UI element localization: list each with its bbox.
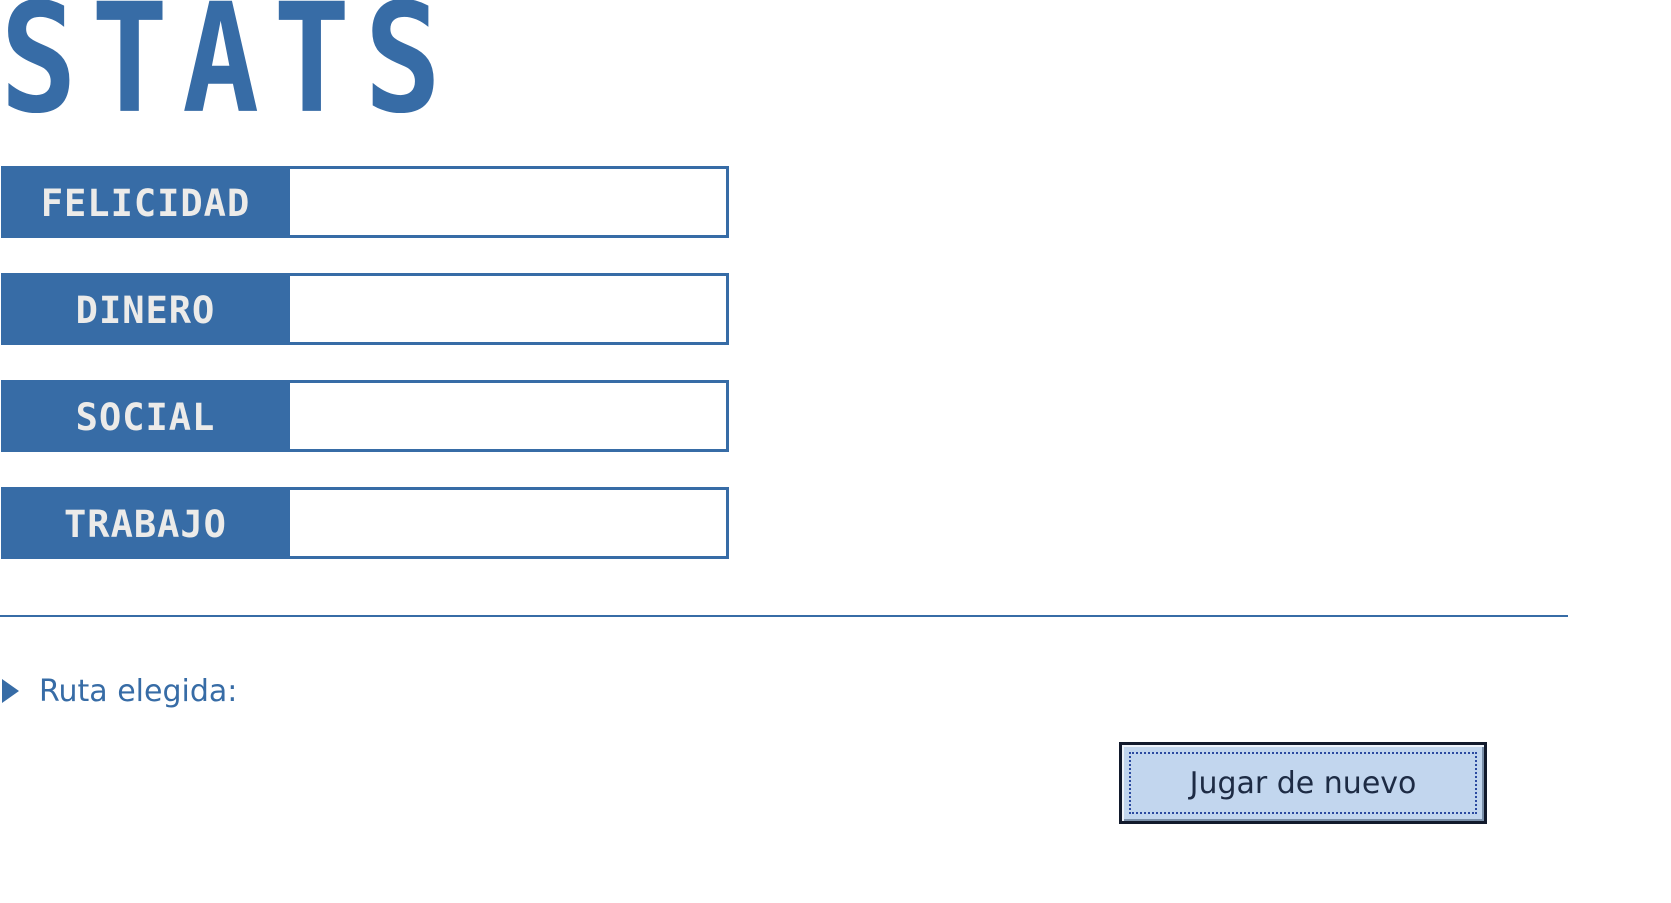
- section-divider: [0, 615, 1568, 617]
- stat-label-felicidad: FELICIDAD: [1, 166, 290, 238]
- play-again-label: Jugar de nuevo: [1129, 752, 1477, 814]
- chosen-route: Ruta elegida:: [2, 671, 247, 711]
- stat-row-dinero: DINERO: [1, 273, 729, 345]
- stat-bar-trabajo: [290, 487, 729, 559]
- stats-title: STATS: [0, 0, 456, 148]
- route-label: Ruta elegida:: [39, 673, 238, 709]
- stat-row-social: SOCIAL: [1, 380, 729, 452]
- stat-bar-felicidad: [290, 166, 729, 238]
- stat-label-trabajo: TRABAJO: [1, 487, 290, 559]
- stat-label-social: SOCIAL: [1, 380, 290, 452]
- stat-row-felicidad: FELICIDAD: [1, 166, 729, 238]
- triangle-bullet-icon: [2, 679, 19, 703]
- stat-label-dinero: DINERO: [1, 273, 290, 345]
- stat-bar-social: [290, 380, 729, 452]
- play-again-button[interactable]: Jugar de nuevo: [1119, 742, 1487, 824]
- stat-row-trabajo: TRABAJO: [1, 487, 729, 559]
- stat-bar-dinero: [290, 273, 729, 345]
